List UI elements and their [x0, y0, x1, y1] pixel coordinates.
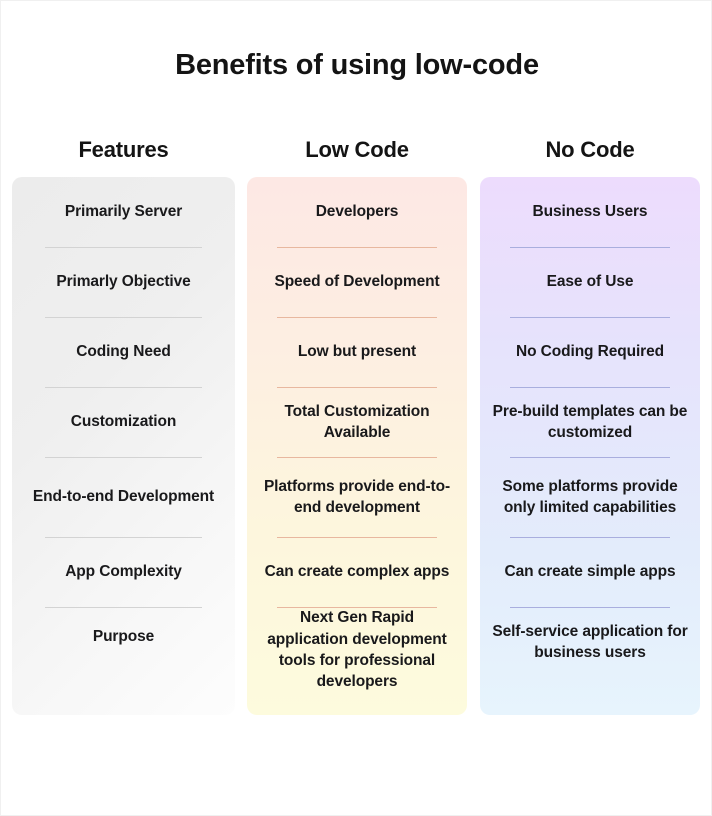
column-rows-features: Primarily Server Primarly Objective Codi…	[12, 177, 235, 715]
column-header-features: Features	[78, 137, 169, 162]
table-cell: Self-service application for business us…	[492, 622, 688, 661]
table-cell: Business Users	[532, 203, 648, 221]
table-cell: Developers	[315, 203, 399, 221]
infographic-page: Benefits of using low-code Features Low …	[0, 0, 712, 816]
column-header-no-code: No Code	[545, 137, 635, 162]
table-cell: App Complexity	[65, 563, 182, 581]
column-rows-no-code: Business Users Ease of Use No Coding Req…	[480, 177, 700, 715]
table-cell: Can create simple apps	[504, 563, 676, 581]
table-cell: Primarily Server	[64, 203, 183, 221]
table-cell: Next Gen Rapid application development t…	[267, 609, 447, 691]
table-cell: Can create complex apps	[264, 563, 450, 581]
table-cell: Purpose	[92, 628, 155, 646]
table-cell: Total Customization Available	[284, 402, 430, 441]
page-title: Benefits of using low-code	[175, 49, 539, 81]
table-cell: Ease of Use	[546, 273, 634, 291]
column-header-low-code: Low Code	[305, 137, 409, 162]
column-card-no-code: Business Users Ease of Use No Coding Req…	[480, 177, 700, 715]
table-cell: Speed of Development	[274, 273, 440, 291]
table-cell: Coding Need	[76, 343, 171, 361]
column-card-low-code: Developers Speed of Development Low but …	[247, 177, 467, 715]
table-cell: Low but present	[297, 343, 417, 361]
table-cell: Platforms provide end-to-end development	[263, 477, 451, 516]
table-cell: Customization	[70, 413, 177, 431]
column-card-features: Primarily Server Primarly Objective Codi…	[12, 177, 235, 715]
table-cell: Primarly Objective	[56, 273, 191, 291]
table-cell: No Coding Required	[515, 343, 665, 361]
table-cell: End-to-end Development	[32, 488, 215, 506]
table-cell: Some platforms provide only limited capa…	[502, 477, 678, 516]
table-cell: Pre-build templates can be customized	[492, 402, 688, 441]
column-rows-low-code: Developers Speed of Development Low but …	[247, 177, 467, 715]
